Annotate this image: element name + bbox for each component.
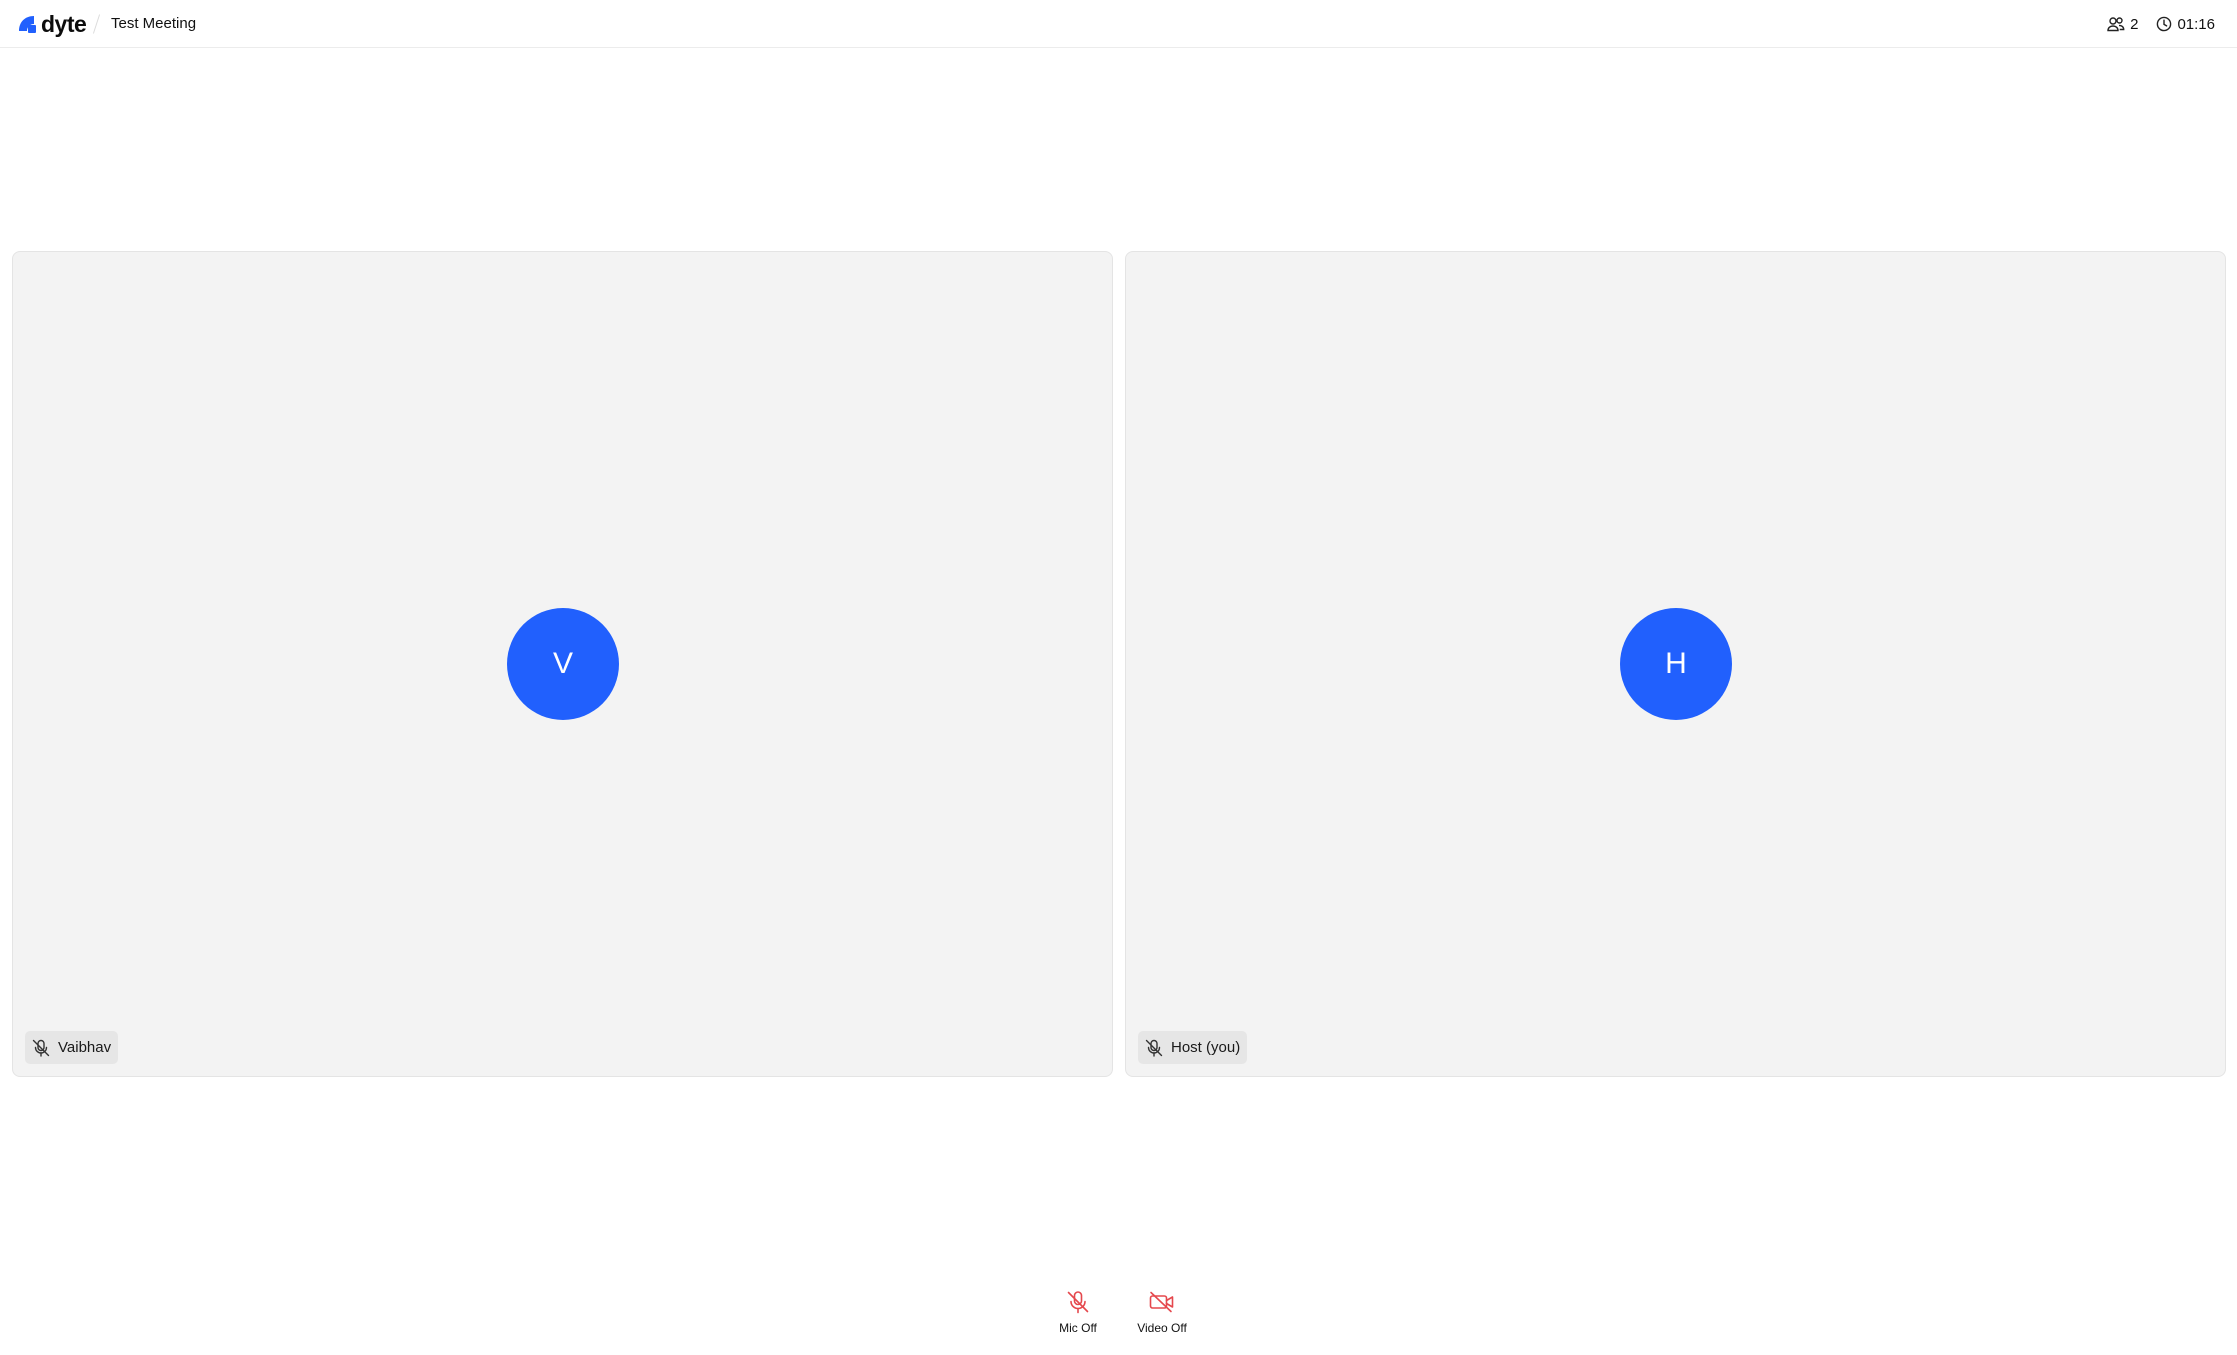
mic-toggle-label: Mic Off [1059, 1321, 1097, 1335]
participant-count-value: 2 [2130, 15, 2139, 33]
meeting-timer: 01:16 [2156, 16, 2215, 33]
mic-off-icon [1145, 1039, 1163, 1057]
control-bar: Mic Off Video Off [1043, 1289, 1197, 1335]
clock-icon [2157, 16, 2172, 32]
avatar: V [507, 608, 619, 720]
video-toggle-button[interactable]: Video Off [1127, 1289, 1197, 1335]
participant-name: Host (you) [1171, 1039, 1241, 1056]
meeting-header: dyte Test Meeting 2 01:16 [0, 0, 2237, 48]
brand-name: dyte [41, 11, 87, 37]
video-toggle-label: Video Off [1137, 1321, 1187, 1335]
dyte-logo-icon [19, 16, 36, 33]
mic-off-icon [1067, 1291, 1089, 1314]
header-status: 2 01:16 [2107, 13, 2215, 35]
participant-tile[interactable]: V Vaibhav [12, 251, 1113, 1077]
participants-icon [2107, 17, 2125, 32]
participant-name: Vaibhav [58, 1039, 112, 1056]
participant-tile[interactable]: H Host (you) [1125, 251, 2226, 1077]
video-off-icon [1149, 1291, 1174, 1313]
dyte-logo: dyte [17, 11, 87, 37]
timer-value: 01:16 [2177, 15, 2215, 33]
avatar: H [1620, 608, 1732, 720]
meeting-title: Test Meeting [111, 15, 197, 32]
mic-off-icon [32, 1039, 50, 1057]
participant-count[interactable]: 2 [2107, 16, 2138, 33]
participant-name-tag: Host (you) [1138, 1031, 1248, 1064]
participant-name-tag: Vaibhav [25, 1031, 119, 1064]
header-divider [92, 14, 101, 34]
mic-toggle-button[interactable]: Mic Off [1043, 1289, 1113, 1335]
